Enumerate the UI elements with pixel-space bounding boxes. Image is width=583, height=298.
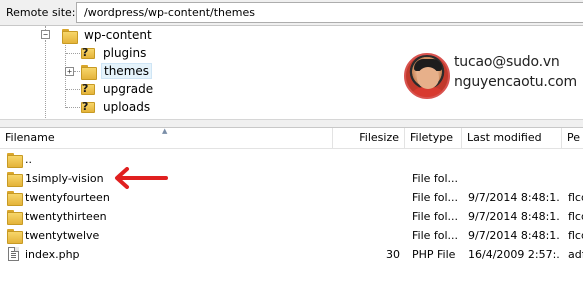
file-name: .. <box>25 153 32 166</box>
author-avatar <box>404 53 450 99</box>
file-permissions: adf <box>568 248 583 261</box>
collapse-expander-icon[interactable]: − <box>41 30 50 39</box>
file-list-header: ▲ Filename Filesize Filetype Last modifi… <box>0 128 583 149</box>
file-type: File fol... <box>412 229 459 242</box>
watermark-email: tucao@sudo.vn <box>454 54 560 70</box>
folder-icon <box>6 229 23 244</box>
folder-icon <box>61 28 78 44</box>
column-header-filesize[interactable]: Filesize <box>333 128 405 149</box>
file-name: twentythirteen <box>25 210 107 223</box>
tree-guide-line <box>66 53 80 54</box>
file-modified: 9/7/2014 8:48:1... <box>468 191 560 204</box>
tree-item-upgrade[interactable]: ? upgrade <box>80 80 155 98</box>
tree-item-uploads[interactable]: ? uploads <box>80 98 152 116</box>
file-name: 1simply-vision <box>25 172 104 185</box>
folder-icon <box>6 191 23 206</box>
remote-directory-tree: − wp-content ? plugins + themes ? upgrad… <box>0 25 583 119</box>
tree-item-themes[interactable]: themes <box>80 62 153 80</box>
watermark-site: nguyencaotu.com <box>454 74 577 90</box>
file-size: 30 <box>386 248 400 261</box>
file-type: PHP File <box>412 248 456 261</box>
tree-guide-line <box>66 89 80 90</box>
remote-file-list: ▲ Filename Filesize Filetype Last modifi… <box>0 127 583 298</box>
folder-icon <box>6 153 23 168</box>
remote-site-bar: Remote site: /wordpress/wp-content/theme… <box>0 0 583 25</box>
red-arrow-annotation-icon <box>115 167 168 189</box>
file-type: File fol... <box>412 191 459 204</box>
remote-path-input[interactable]: /wordpress/wp-content/themes <box>76 2 583 23</box>
tree-item-label: upgrade <box>103 82 154 96</box>
tree-item-label: uploads <box>103 100 151 114</box>
tree-item-wp-content[interactable]: wp-content <box>61 26 154 44</box>
folder-icon <box>6 172 23 187</box>
column-header-filename[interactable]: Filename <box>0 128 333 149</box>
tree-item-label: themes <box>101 63 153 79</box>
file-row-1simply-vision[interactable]: 1simply-vision File fol... <box>0 169 583 188</box>
file-name: twentytwelve <box>25 229 100 242</box>
file-row-twentythirteen[interactable]: twentythirteen File fol... 9/7/2014 8:48… <box>0 207 583 226</box>
file-modified: 9/7/2014 8:48:1... <box>468 210 560 223</box>
file-row-parent[interactable]: .. <box>0 150 583 169</box>
column-header-permissions[interactable]: Pe <box>562 128 583 149</box>
file-permissions: flcd <box>568 210 583 223</box>
remote-site-label: Remote site: <box>6 6 76 19</box>
file-permissions: flcd <box>568 191 583 204</box>
file-row-twentyfourteen[interactable]: twentyfourteen File fol... 9/7/2014 8:48… <box>0 188 583 207</box>
question-folder-icon: ? <box>80 100 96 114</box>
file-name: index.php <box>25 248 80 261</box>
php-file-icon <box>8 247 19 261</box>
expand-expander-icon[interactable]: + <box>65 67 74 76</box>
column-header-last-modified[interactable]: Last modified <box>462 128 562 149</box>
tree-item-plugins[interactable]: ? plugins <box>80 44 148 62</box>
file-row-index-php[interactable]: index.php 30 PHP File 16/4/2009 2:57:...… <box>0 245 583 264</box>
file-modified: 16/4/2009 2:57:... <box>468 248 560 261</box>
tree-item-label: wp-content <box>84 28 152 42</box>
tree-guide-line <box>45 40 46 119</box>
pane-splitter[interactable] <box>0 119 583 127</box>
file-modified: 9/7/2014 8:48:1... <box>468 229 560 242</box>
file-type: File fol... <box>412 210 459 223</box>
column-header-filetype[interactable]: Filetype <box>405 128 462 149</box>
tree-item-label: plugins <box>103 46 147 60</box>
question-folder-icon: ? <box>80 46 96 60</box>
file-permissions: flcd <box>568 229 583 242</box>
file-row-twentytwelve[interactable]: twentytwelve File fol... 9/7/2014 8:48:1… <box>0 226 583 245</box>
file-type: File fol... <box>412 172 459 185</box>
folder-icon <box>80 64 97 80</box>
tree-guide-line <box>66 107 80 108</box>
question-folder-icon: ? <box>80 82 96 96</box>
file-name: twentyfourteen <box>25 191 110 204</box>
folder-icon <box>6 210 23 225</box>
